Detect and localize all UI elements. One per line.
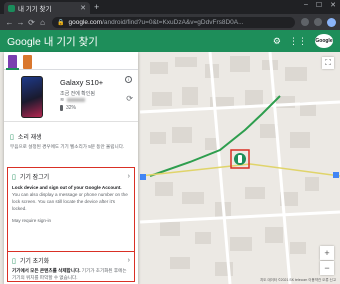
phone-ring-icon: ▯ xyxy=(10,133,14,141)
chevron-right-icon: › xyxy=(127,173,130,180)
fullscreen-icon[interactable]: ⛶ xyxy=(322,57,334,69)
extension-icon[interactable] xyxy=(301,18,309,26)
app-title: Google 내 기기 찾기 xyxy=(7,35,98,48)
tab-strip: 내 기기 찾기 ✕ + – ☐ ✕ xyxy=(0,0,340,14)
home-icon[interactable]: ⌂ xyxy=(37,18,48,27)
battery-level: 32% xyxy=(66,105,77,111)
network-name-redacted xyxy=(67,98,86,102)
device-tab-selected[interactable] xyxy=(6,55,19,70)
device-panel: Galaxy S10+ 조금 전에 확인됨 ≋ 32% i ⟳ ▯ 소리 재생 … xyxy=(4,52,138,284)
secure-device-desc-text: You can also display a message or phone … xyxy=(12,192,128,211)
info-icon[interactable]: i xyxy=(125,76,132,83)
header-icons: ⚙ ⋮⋮ Google xyxy=(273,34,333,48)
url-host: google.com xyxy=(68,18,103,26)
secure-device-header: ▯ 기기 잠그기 › xyxy=(12,172,130,181)
extension-icon[interactable] xyxy=(314,18,322,26)
device-tab-other[interactable] xyxy=(23,55,32,69)
app-header: Google 내 기기 찾기 ⚙ ⋮⋮ Google xyxy=(0,30,340,52)
secure-device-desc: Lock device and sign out of your Google … xyxy=(12,184,130,212)
last-seen: 조금 전에 확인됨 xyxy=(60,91,95,97)
close-window-icon[interactable]: ✕ xyxy=(330,1,336,9)
secure-device-action[interactable]: ▯ 기기 잠그기 › Lock device and sign out of y… xyxy=(7,167,135,252)
play-sound-desc: 무음으로 설정된 경우에도 기기 벨소리가 5분 동안 울립니다. xyxy=(10,144,125,149)
erase-phone-icon: ▯ xyxy=(12,257,16,265)
device-name: Galaxy S10+ xyxy=(60,78,104,87)
erase-device-header: ▯ 기기 초기화 › xyxy=(12,256,130,265)
secure-device-title: 기기 잠그기 xyxy=(19,175,50,181)
close-tab-icon[interactable]: ✕ xyxy=(80,4,86,12)
device-info: Galaxy S10+ 조금 전에 확인됨 ≋ 32% i ⟳ xyxy=(4,70,138,122)
new-tab-button[interactable]: + xyxy=(94,2,99,12)
settings-gear-icon[interactable]: ⚙ xyxy=(273,36,281,47)
toolbar-icons xyxy=(301,17,336,27)
erase-device-action[interactable]: ▯ 기기 초기화 › 기기에서 모든 콘텐츠를 삭제합니다. 기기가 초기화된 … xyxy=(7,252,135,282)
zoom-in-button[interactable]: + xyxy=(320,246,334,260)
url-path: /android/find?u=0&t=KxuDzA&v=gDdvFrs8D0A… xyxy=(102,18,244,26)
play-sound-title: 소리 재생 xyxy=(17,135,42,141)
find-device-favicon-icon xyxy=(8,4,15,12)
phone-image xyxy=(21,76,43,118)
forward-icon[interactable]: → xyxy=(15,18,26,27)
sign-in-note: May require sign-in xyxy=(12,218,52,223)
device-tabs xyxy=(4,52,138,70)
chevron-right-icon: › xyxy=(127,257,130,264)
map-copyright: 지도 데이터 ©2021 SK telecom 이용약관 오류 신고 xyxy=(260,278,336,282)
maximize-icon[interactable]: ☐ xyxy=(316,1,322,9)
secure-device-desc-bold: Lock device and sign out of your Google … xyxy=(12,185,122,190)
zoom-out-button[interactable]: − xyxy=(320,261,334,275)
play-sound-header: ▯ 소리 재생 xyxy=(10,132,132,142)
back-icon[interactable]: ← xyxy=(4,18,15,27)
minimize-icon[interactable]: – xyxy=(304,1,308,9)
battery-info: 32% xyxy=(60,105,76,111)
url-text: google.com/android/find?u=0&t=KxuDzA&v=g… xyxy=(68,19,243,26)
battery-icon xyxy=(60,105,63,111)
browser-tab[interactable]: 내 기기 찾기 ✕ xyxy=(4,2,90,14)
wifi-icon: ≋ xyxy=(60,97,65,103)
lock-icon: 🔒 xyxy=(57,19,65,26)
reload-icon[interactable]: ⟳ xyxy=(26,18,37,27)
browser-window: 내 기기 찾기 ✕ + – ☐ ✕ ← → ⟳ ⌂ 🔒 google.com/a… xyxy=(0,0,340,284)
erase-device-desc-bold: 기기에서 모든 콘텐츠를 삭제합니다. xyxy=(12,268,81,273)
lock-phone-icon: ▯ xyxy=(12,173,16,181)
tab-title: 내 기기 찾기 xyxy=(18,6,52,13)
network-info: ≋ xyxy=(60,97,86,103)
erase-device-title: 기기 초기화 xyxy=(19,259,50,265)
apps-grid-icon[interactable]: ⋮⋮ xyxy=(289,36,307,47)
erase-device-desc: 기기에서 모든 콘텐츠를 삭제합니다. 기기가 초기화된 후에는 기기의 위치를… xyxy=(12,268,130,281)
play-sound-action[interactable]: ▯ 소리 재생 무음으로 설정된 경우에도 기기 벨소리가 5분 동안 울립니다… xyxy=(4,132,138,151)
address-bar[interactable]: 🔒 google.com/android/find?u=0&t=KxuDzA&v… xyxy=(52,16,295,28)
navigation-bar: ← → ⟳ ⌂ 🔒 google.com/android/find?u=0&t=… xyxy=(0,14,340,30)
profile-avatar[interactable] xyxy=(327,17,336,27)
window-controls: – ☐ ✕ xyxy=(304,1,336,9)
refresh-icon[interactable]: ⟳ xyxy=(126,94,133,103)
account-avatar[interactable]: Google xyxy=(315,34,333,48)
